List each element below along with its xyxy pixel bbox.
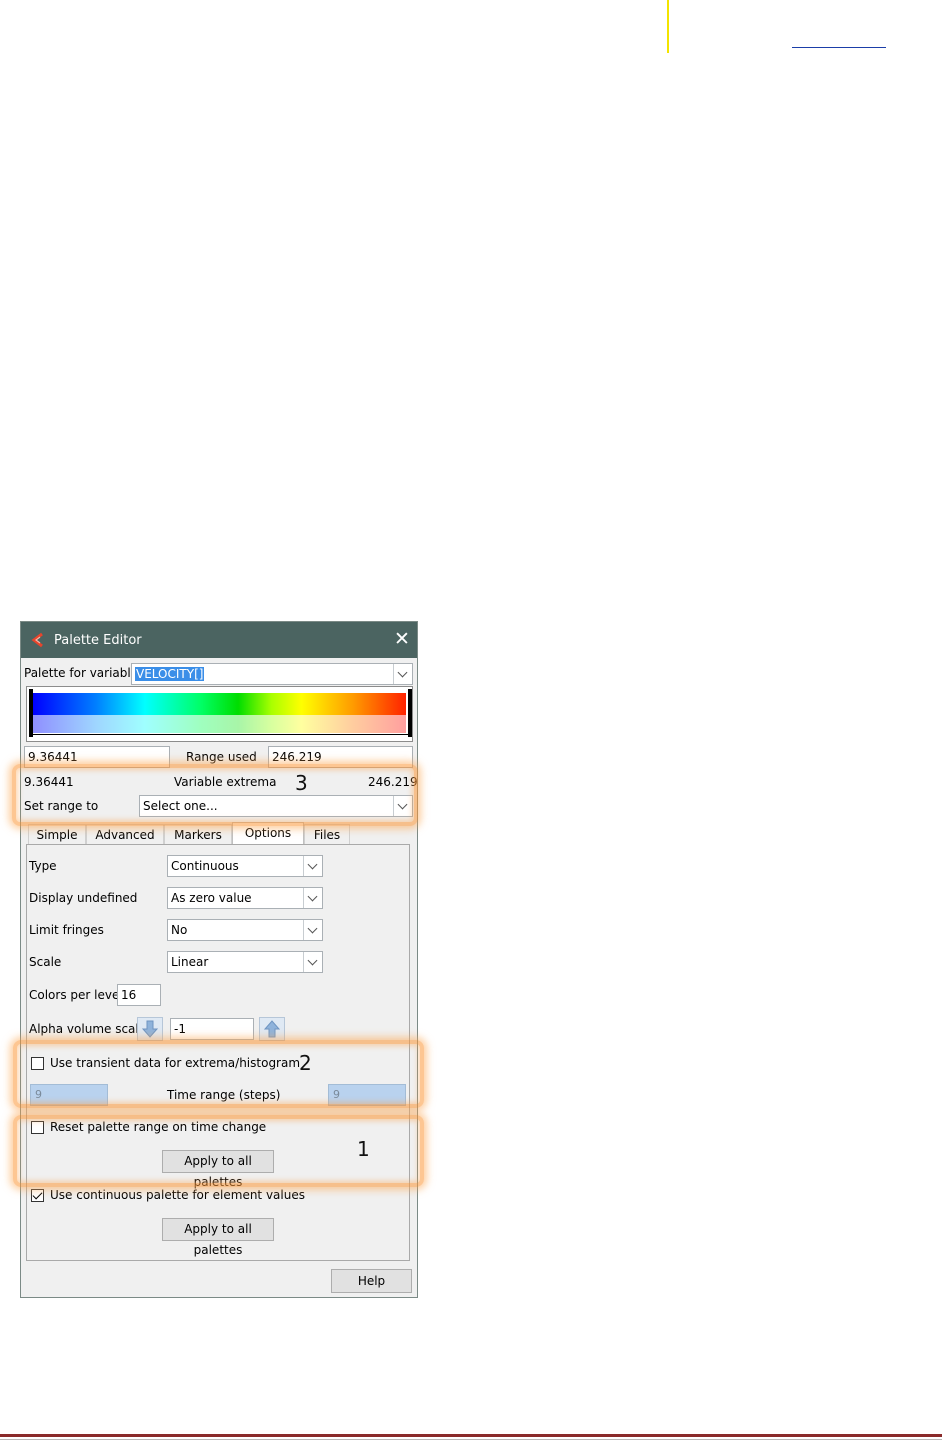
scale-label: Scale bbox=[29, 955, 62, 969]
tab-simple[interactable]: Simple bbox=[28, 824, 86, 844]
scale-select[interactable]: Linear bbox=[167, 951, 323, 973]
time-range-label: Time range (steps) bbox=[167, 1088, 281, 1102]
margin-marker bbox=[667, 0, 669, 53]
chevron-down-icon[interactable] bbox=[393, 796, 412, 816]
tab-advanced[interactable]: Advanced bbox=[86, 824, 164, 844]
arrow-down-icon[interactable] bbox=[137, 1017, 163, 1041]
type-value: Continuous bbox=[171, 859, 239, 873]
continuous-palette-checkbox[interactable] bbox=[31, 1189, 44, 1202]
variable-select[interactable]: VELOCITY[] bbox=[131, 663, 413, 685]
tab-markers[interactable]: Markers bbox=[164, 824, 232, 844]
tab-bar: Simple Advanced Markers Options Files bbox=[26, 822, 413, 845]
palette-baseline bbox=[31, 734, 410, 735]
scale-value: Linear bbox=[171, 955, 209, 969]
reset-range-label: Reset palette range on time change bbox=[50, 1120, 267, 1134]
time-range-to-input[interactable]: 9 bbox=[328, 1084, 406, 1106]
close-icon[interactable]: ✕ bbox=[391, 627, 413, 651]
extrema-max: 246.219 bbox=[368, 775, 418, 789]
display-undefined-select[interactable]: As zero value bbox=[167, 887, 323, 909]
chevron-down-icon[interactable] bbox=[303, 856, 322, 876]
chevron-down-icon[interactable] bbox=[303, 952, 322, 972]
set-range-select[interactable]: Select one... bbox=[139, 795, 413, 817]
display-undefined-label: Display undefined bbox=[29, 891, 138, 905]
palette-gradient-light bbox=[33, 715, 406, 733]
title-bar[interactable]: Palette Editor ✕ bbox=[21, 622, 417, 658]
palette-editor-dialog: Palette Editor ✕ Palette for variable VE… bbox=[20, 621, 418, 1298]
limit-fringes-label: Limit fringes bbox=[29, 923, 104, 937]
transient-data-label: Use transient data for extrema/histogram bbox=[50, 1056, 301, 1070]
chevron-down-icon[interactable] bbox=[303, 888, 322, 908]
palette-max-marker[interactable] bbox=[408, 689, 412, 737]
continuous-palette-label: Use continuous palette for element value… bbox=[50, 1188, 305, 1202]
apply-reset-range-button[interactable]: Apply to all palettes bbox=[162, 1150, 274, 1189]
alpha-volume-scale-input[interactable]: -1 bbox=[170, 1018, 254, 1040]
arrow-up-icon[interactable] bbox=[259, 1017, 285, 1041]
options-panel: Type Continuous Display undefined As zer… bbox=[26, 844, 410, 1261]
type-select[interactable]: Continuous bbox=[167, 855, 323, 877]
variable-label: Palette for variable bbox=[24, 666, 139, 680]
annotation-number-2: 2 bbox=[299, 1051, 312, 1075]
time-range-from-input[interactable]: 9 bbox=[30, 1084, 108, 1106]
display-undefined-value: As zero value bbox=[171, 891, 252, 905]
variable-value: VELOCITY[] bbox=[135, 667, 205, 681]
colors-per-level-input[interactable]: 16 bbox=[117, 984, 161, 1006]
annotation-number-1: 1 bbox=[357, 1137, 370, 1161]
chevron-down-icon[interactable] bbox=[303, 920, 322, 940]
tab-files[interactable]: Files bbox=[304, 824, 350, 844]
footer-rule bbox=[0, 1434, 942, 1437]
colors-per-level-label: Colors per level bbox=[29, 988, 123, 1002]
alpha-volume-scale-label: Alpha volume scale bbox=[29, 1022, 147, 1036]
apply-continuous-palette-button[interactable]: Apply to all palettes bbox=[162, 1218, 274, 1257]
range-max-input[interactable]: 246.219 bbox=[268, 746, 413, 768]
reset-range-checkbox[interactable] bbox=[31, 1121, 44, 1134]
help-button[interactable]: Help bbox=[331, 1269, 412, 1293]
limit-fringes-value: No bbox=[171, 923, 188, 937]
set-range-label: Set range to bbox=[24, 799, 99, 813]
footer-rule-shadow bbox=[0, 1439, 942, 1440]
extrema-label: Variable extrema bbox=[174, 775, 277, 789]
extrema-min: 9.36441 bbox=[24, 775, 74, 789]
type-label: Type bbox=[29, 859, 57, 873]
annotation-number-3: 3 bbox=[295, 771, 308, 795]
palette-gradient bbox=[33, 693, 406, 715]
app-logo-icon bbox=[31, 632, 43, 648]
header-underline bbox=[792, 47, 886, 48]
limit-fringes-select[interactable]: No bbox=[167, 919, 323, 941]
chevron-down-icon[interactable] bbox=[393, 664, 412, 684]
window-title: Palette Editor bbox=[54, 633, 142, 648]
range-min-input[interactable]: 9.36441 bbox=[24, 746, 170, 768]
set-range-value: Select one... bbox=[143, 799, 218, 813]
range-used-label: Range used bbox=[186, 750, 257, 764]
transient-data-checkbox[interactable] bbox=[31, 1057, 44, 1070]
palette-preview[interactable] bbox=[26, 686, 413, 742]
palette-min-marker[interactable] bbox=[29, 689, 33, 737]
tab-options[interactable]: Options bbox=[232, 822, 304, 845]
